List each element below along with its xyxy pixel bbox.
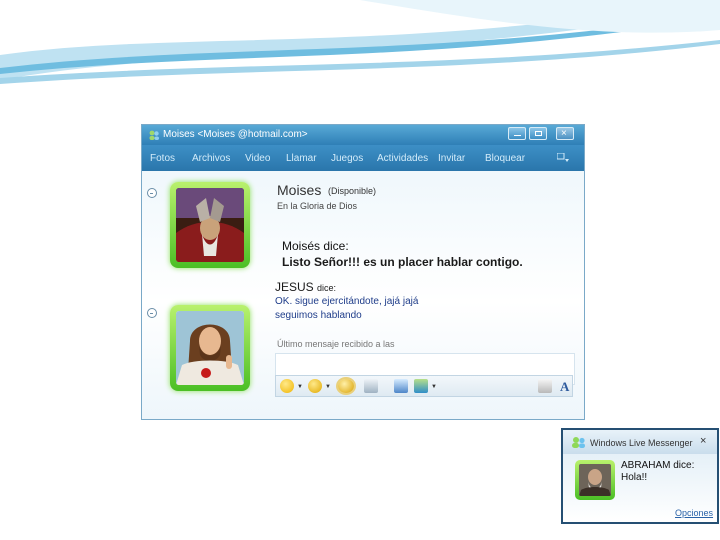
- notification-options-link[interactable]: Opciones: [675, 508, 713, 518]
- wink-dropdown-icon[interactable]: ▼: [325, 384, 331, 390]
- message-text-moises: Listo Señor!!! es un placer hablar conti…: [282, 255, 523, 269]
- minimize-icon: [514, 135, 521, 136]
- menu-item-invitar[interactable]: Invitar: [438, 153, 465, 164]
- notification-close-button[interactable]: ×: [700, 435, 706, 447]
- background-dropdown-icon[interactable]: ▼: [431, 384, 437, 390]
- notification-header: Windows Live Messenger ×: [563, 430, 717, 454]
- messenger-logo-icon: [572, 437, 585, 448]
- notification-avatar: [575, 460, 615, 500]
- emoticon-icon[interactable]: [280, 379, 294, 393]
- title-bar[interactable]: Moises <Moises @hotmail.com> ×: [142, 125, 584, 145]
- menu-bar: Fotos Archivos Video Llamar Juegos Activ…: [142, 145, 584, 171]
- user-avatar[interactable]: [170, 305, 250, 391]
- contact-personal-message: En la Gloria de Dios: [277, 201, 358, 211]
- options-menu-icon[interactable]: [557, 153, 569, 163]
- menu-item-video[interactable]: Video: [245, 153, 270, 164]
- header-swoosh: [0, 0, 720, 84]
- message-text-jesus: OK. sigue ejercitándote, jajá jajá segui…: [275, 296, 419, 321]
- moses-picture: [176, 188, 244, 262]
- notification-line-message: Hola!!: [621, 472, 648, 483]
- background-icon[interactable]: [414, 379, 428, 393]
- message-sender-moises: Moisés dice:: [282, 239, 349, 253]
- menu-item-fotos[interactable]: Fotos: [150, 153, 175, 164]
- contact-avatar[interactable]: [170, 182, 250, 268]
- menu-item-archivos[interactable]: Archivos: [192, 153, 230, 164]
- collapse-contact-icon[interactable]: [147, 188, 157, 198]
- close-icon: ×: [561, 128, 567, 139]
- messenger-buddy-icon: [149, 130, 159, 140]
- voice-clip-icon[interactable]: [364, 379, 378, 393]
- minimize-button[interactable]: [508, 127, 526, 140]
- notification-line-sender: ABRAHAM dice:: [621, 460, 695, 471]
- maximize-button[interactable]: [529, 127, 547, 140]
- abraham-picture: [579, 464, 611, 496]
- close-button[interactable]: ×: [556, 127, 574, 140]
- window-title: Moises <Moises @hotmail.com>: [163, 129, 308, 140]
- menu-item-bloquear[interactable]: Bloquear: [485, 153, 525, 164]
- jesus-picture: [176, 311, 244, 385]
- conversation-window: Moises <Moises @hotmail.com> × Fotos Arc…: [141, 124, 585, 420]
- menu-item-juegos[interactable]: Juegos: [331, 153, 363, 164]
- notification-toast[interactable]: Windows Live Messenger × ABRAHAM dice: H…: [561, 428, 719, 524]
- font-style-icon[interactable]: [394, 379, 408, 393]
- collapse-self-icon[interactable]: [147, 308, 157, 318]
- menu-item-llamar[interactable]: Llamar: [286, 153, 317, 164]
- wink-icon[interactable]: [308, 379, 322, 393]
- message-sender-jesus: JESUS dice:: [275, 280, 337, 294]
- nudge-icon[interactable]: [338, 379, 354, 393]
- menu-item-actividades[interactable]: Actividades: [377, 153, 428, 164]
- format-toolbar: ▼ ▼ ▼ A: [275, 375, 573, 397]
- notification-title: Windows Live Messenger: [590, 438, 693, 448]
- contact-status: (Disponible): [328, 186, 377, 196]
- text-icon[interactable]: A: [560, 379, 569, 395]
- contact-name: Moises: [277, 182, 322, 198]
- maximize-icon: [535, 131, 542, 136]
- emoticon-dropdown-icon[interactable]: ▼: [297, 384, 303, 390]
- handwriting-icon[interactable]: [538, 379, 552, 393]
- last-message-info: Último mensaje recibido a las: [277, 339, 395, 349]
